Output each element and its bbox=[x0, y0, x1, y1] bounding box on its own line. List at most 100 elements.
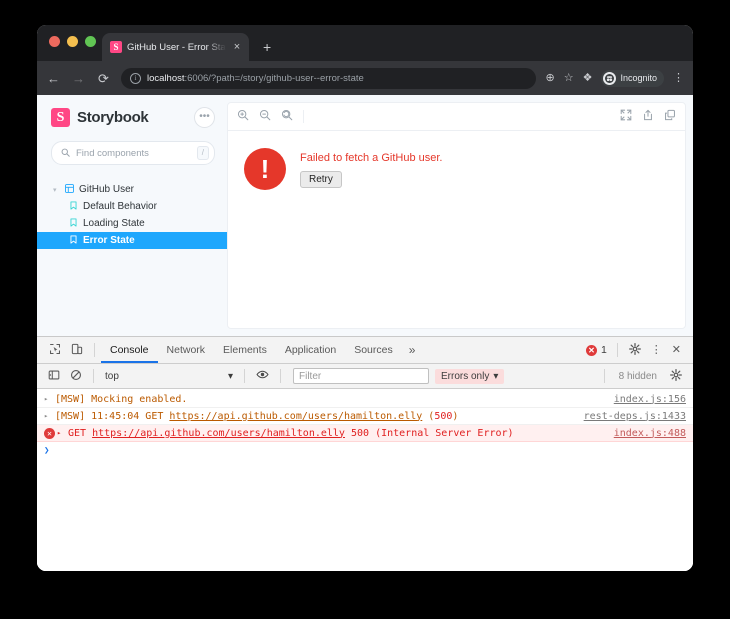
maximize-window-button[interactable] bbox=[85, 36, 96, 47]
sidebar-item-github-user[interactable]: ▾ GitHub User bbox=[51, 181, 215, 198]
browser-actions: ⊕ ☆ ❖ Incognito ⋮ bbox=[546, 69, 684, 87]
more-tabs-icon[interactable]: » bbox=[402, 343, 423, 357]
browser-window: S GitHub User - Error State · Sto × + ← … bbox=[37, 25, 693, 571]
chevron-down-icon: ▾ bbox=[227, 370, 233, 382]
console-toolbar-divider-2 bbox=[244, 369, 245, 383]
sidebar-item-error-state[interactable]: Error State bbox=[37, 232, 227, 249]
prompt-caret-icon: ❯ bbox=[44, 445, 50, 456]
console-message-row[interactable]: ✕ ▸ GET https://api.github.com/users/ham… bbox=[37, 425, 693, 442]
request-url-link[interactable]: https://api.github.com/users/hamilton.el… bbox=[92, 428, 345, 439]
expand-arrow-icon[interactable]: ▸ bbox=[44, 395, 55, 403]
message-part: GET bbox=[68, 427, 93, 439]
console-level-label: Errors only bbox=[441, 370, 490, 382]
minimize-window-button[interactable] bbox=[67, 36, 78, 47]
request-url-link[interactable]: https://api.github.com/users/hamilton.el… bbox=[169, 411, 422, 422]
console-message-list: ▸ [MSW] Mocking enabled. index.js:156 ▸ … bbox=[37, 389, 693, 571]
console-message-text: [MSW] 11:45:04 GET https://api.github.co… bbox=[55, 411, 584, 422]
zoom-out-icon[interactable] bbox=[259, 109, 271, 124]
storybook-brand-name: Storybook bbox=[77, 109, 149, 126]
fullscreen-icon[interactable] bbox=[620, 109, 632, 124]
devtools-settings-gear-icon[interactable] bbox=[624, 342, 646, 358]
clear-console-icon[interactable] bbox=[65, 369, 87, 384]
close-tab-icon[interactable]: × bbox=[231, 41, 243, 53]
address-bar[interactable]: i localhost:6006/?path=/story/github-use… bbox=[121, 67, 536, 89]
zoom-in-icon[interactable] bbox=[237, 109, 249, 124]
console-context-label: top bbox=[105, 370, 119, 382]
message-part: ) bbox=[452, 410, 459, 422]
sidebar-item-label: Error State bbox=[83, 235, 135, 246]
retry-button[interactable]: Retry bbox=[300, 171, 342, 188]
tab-console[interactable]: Console bbox=[101, 338, 158, 363]
sidebar-item-default-behavior[interactable]: Default Behavior bbox=[51, 198, 215, 215]
page-viewport: S Storybook ••• Find components / ▾ GitH… bbox=[37, 95, 693, 571]
live-expression-eye-icon[interactable] bbox=[251, 368, 274, 384]
console-sidebar-toggle-icon[interactable] bbox=[43, 369, 65, 384]
browser-tab-active[interactable]: S GitHub User - Error State · Sto × bbox=[102, 33, 249, 61]
component-icon bbox=[65, 184, 74, 195]
console-message-text: GET https://api.github.com/users/hamilto… bbox=[68, 428, 614, 439]
sidebar-item-loading-state[interactable]: Loading State bbox=[51, 215, 215, 232]
expand-arrow-icon[interactable]: ▸ bbox=[44, 412, 55, 420]
console-message-source[interactable]: index.js:488 bbox=[614, 428, 693, 439]
tab-elements[interactable]: Elements bbox=[214, 338, 276, 363]
console-message-text: [MSW] Mocking enabled. bbox=[55, 393, 188, 405]
site-info-icon[interactable]: i bbox=[130, 72, 141, 84]
story-canvas: ! Failed to fetch a GitHub user. Retry bbox=[228, 131, 685, 328]
storybook-sidebar: S Storybook ••• Find components / ▾ GitH… bbox=[37, 95, 227, 336]
incognito-indicator[interactable]: Incognito bbox=[601, 69, 664, 87]
copy-link-icon[interactable] bbox=[664, 109, 676, 124]
sidebar-item-label: Loading State bbox=[83, 218, 145, 229]
console-filter-input[interactable]: Filter bbox=[293, 368, 429, 384]
new-tab-button[interactable]: + bbox=[263, 40, 271, 54]
extensions-puzzle-icon[interactable]: ❖ bbox=[583, 72, 593, 84]
preview-toolbar bbox=[228, 103, 685, 131]
reload-icon[interactable]: ⟳ bbox=[96, 72, 111, 85]
storybook-preview-pane: ! Failed to fetch a GitHub user. Retry bbox=[227, 102, 686, 329]
bookmark-star-icon[interactable]: ☆ bbox=[564, 72, 574, 84]
console-settings-gear-icon[interactable] bbox=[665, 368, 687, 384]
devtools-panel: Console Network Elements Application Sou… bbox=[37, 336, 693, 571]
sidebar-menu-button[interactable]: ••• bbox=[194, 107, 215, 128]
error-message: Failed to fetch a GitHub user. bbox=[300, 152, 443, 164]
tab-network[interactable]: Network bbox=[158, 338, 215, 363]
expand-arrow-icon[interactable]: ▸ bbox=[57, 429, 68, 437]
status-code: 500 bbox=[434, 410, 453, 422]
tabbar-divider bbox=[94, 343, 95, 357]
open-new-tab-icon[interactable] bbox=[642, 109, 654, 124]
message-part: ( bbox=[422, 410, 435, 422]
console-message-source[interactable]: index.js:156 bbox=[614, 394, 693, 405]
story-bookmark-icon bbox=[69, 218, 78, 229]
search-shortcut-key: / bbox=[196, 146, 209, 160]
toolbar-divider bbox=[303, 110, 304, 123]
message-part: 500 (Internal Server Error) bbox=[344, 427, 514, 439]
tabbar-divider-2 bbox=[616, 343, 618, 357]
devtools-close-icon[interactable]: ✕ bbox=[667, 344, 686, 356]
error-count-badge[interactable]: ✕ 1 bbox=[585, 344, 611, 356]
console-context-selector[interactable]: top ▾ bbox=[100, 371, 238, 382]
console-message-row[interactable]: ▸ [MSW] 11:45:04 GET https://api.github.… bbox=[37, 408, 693, 425]
zoom-reset-icon[interactable] bbox=[281, 109, 293, 124]
storybook-brand[interactable]: S Storybook bbox=[51, 108, 149, 127]
error-content: Failed to fetch a GitHub user. Retry bbox=[300, 148, 442, 188]
console-input-prompt[interactable]: ❯ bbox=[37, 442, 693, 459]
sidebar-item-label: GitHub User bbox=[79, 184, 135, 195]
console-message-source[interactable]: rest-deps.js:1433 bbox=[584, 411, 693, 422]
devtools-menu-icon[interactable]: ⋮ bbox=[646, 344, 667, 356]
device-toolbar-icon[interactable] bbox=[66, 343, 88, 358]
chevron-down-icon[interactable]: ▾ bbox=[53, 186, 60, 194]
address-bar-url: localhost:6006/?path=/story/github-user-… bbox=[147, 73, 364, 84]
search-placeholder: Find components bbox=[76, 147, 149, 159]
console-toolbar-divider-4 bbox=[603, 369, 605, 383]
tab-application[interactable]: Application bbox=[276, 338, 345, 363]
browser-menu-icon[interactable]: ⋮ bbox=[673, 72, 684, 84]
error-badge-icon: ✕ bbox=[585, 344, 597, 356]
inspect-element-icon[interactable] bbox=[44, 343, 66, 358]
console-level-selector[interactable]: Errors only ▾ bbox=[435, 368, 505, 384]
console-message-row[interactable]: ▸ [MSW] Mocking enabled. index.js:156 bbox=[37, 391, 693, 408]
zoom-icon[interactable]: ⊕ bbox=[546, 72, 555, 84]
back-icon[interactable]: ← bbox=[46, 72, 61, 85]
tab-sources[interactable]: Sources bbox=[345, 338, 402, 363]
forward-icon: → bbox=[72, 70, 85, 86]
close-window-button[interactable] bbox=[49, 36, 60, 47]
search-input[interactable]: Find components / bbox=[51, 141, 215, 165]
